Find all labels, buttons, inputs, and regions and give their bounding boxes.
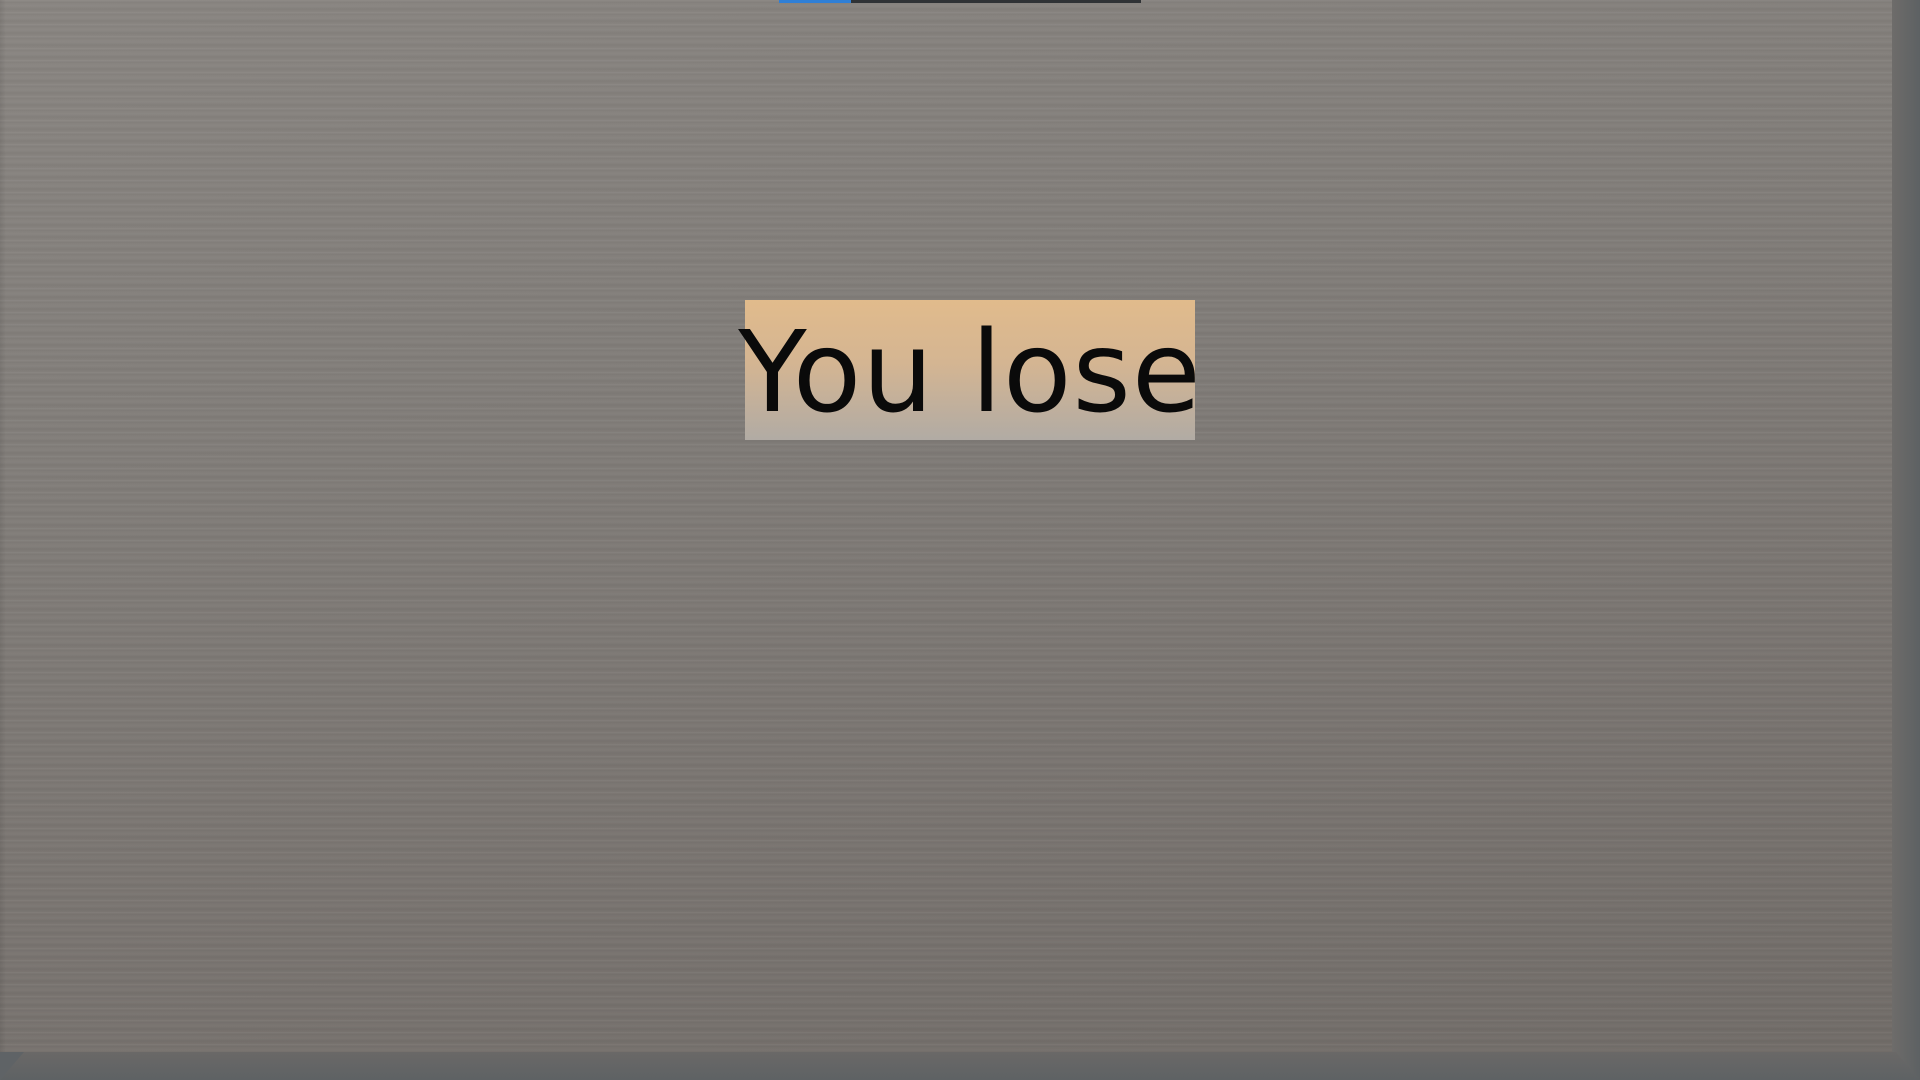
board-bottom-bevel bbox=[0, 1052, 1920, 1080]
timer-progress-fill bbox=[779, 0, 852, 3]
board-right-bevel bbox=[1892, 0, 1920, 1080]
game-board: You lose bbox=[0, 0, 1896, 1052]
board-left-edge bbox=[0, 0, 6, 1052]
result-message: You lose bbox=[738, 308, 1202, 438]
timer-progress-bar bbox=[779, 0, 1141, 3]
result-banner: You lose bbox=[738, 300, 1201, 440]
game-screen: You lose bbox=[0, 0, 1920, 1080]
